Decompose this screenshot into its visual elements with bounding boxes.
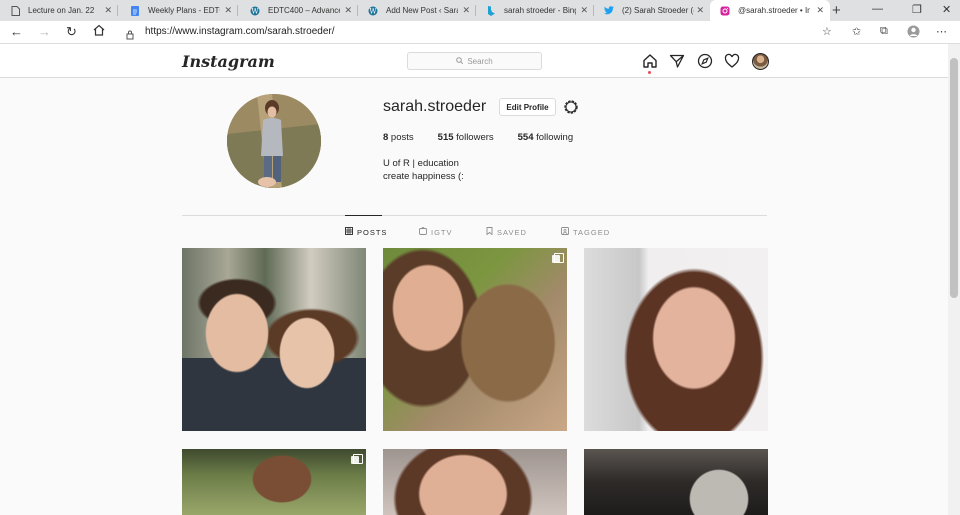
- browser-tab-7-active[interactable]: @sarah.stroeder • Insta ✕: [710, 0, 830, 21]
- followers-number: 515: [437, 132, 454, 143]
- browser-tab-title: Add New Post ‹ Sarah S: [386, 6, 458, 15]
- new-tab-button[interactable]: +: [832, 2, 841, 19]
- browser-tab-title: @sarah.stroeder • Insta: [738, 6, 810, 15]
- collections-icon[interactable]: ⧉: [880, 25, 888, 38]
- grid-icon: [345, 227, 353, 237]
- profile-avatar[interactable]: [227, 94, 321, 188]
- svg-text:W: W: [251, 7, 259, 15]
- address-bar-url[interactable]: https://www.instagram.com/sarah.stroeder…: [145, 26, 335, 37]
- google-docs-icon: [130, 5, 140, 16]
- tab-separator: [117, 5, 118, 16]
- profile-stats: 8 posts 515 followers 554 following: [383, 132, 597, 143]
- browser-tab-2[interactable]: Weekly Plans - EDTC40 ✕: [120, 0, 238, 21]
- settings-gear-icon[interactable]: [563, 99, 579, 115]
- browser-tab-1[interactable]: Lecture on Jan. 22 ✕: [0, 0, 118, 21]
- tag-icon: [561, 227, 569, 237]
- forward-icon[interactable]: →: [38, 24, 51, 39]
- profile-bio: U of R | education create happiness (:: [383, 157, 464, 183]
- following-link[interactable]: 554 following: [518, 132, 573, 143]
- close-tab-icon[interactable]: ✕: [462, 5, 470, 16]
- minimize-icon[interactable]: —: [872, 3, 883, 15]
- browser-tab-5[interactable]: sarah stroeder - Bing ✕: [476, 0, 594, 21]
- close-tab-icon[interactable]: ✕: [580, 5, 588, 16]
- tab-tagged-label: TAGGED: [573, 227, 611, 237]
- tab-igtv[interactable]: IGTV: [419, 226, 453, 237]
- bio-line-1: U of R | education: [383, 158, 459, 169]
- post-thumbnail[interactable]: [584, 449, 768, 515]
- browser-tab-title: (2) Sarah Stroeder (@S: [622, 6, 694, 15]
- carousel-icon: [552, 253, 564, 263]
- tab-saved-label: SAVED: [497, 227, 527, 237]
- profile-divider: [182, 215, 767, 216]
- twitter-icon: [604, 6, 614, 16]
- search-input[interactable]: Search: [407, 52, 542, 70]
- tab-igtv-label: IGTV: [431, 227, 453, 237]
- following-label: following: [533, 132, 574, 143]
- profile-username: sarah.stroeder: [383, 98, 487, 115]
- following-number: 554: [517, 132, 534, 143]
- window-close-icon[interactable]: ✕: [942, 3, 951, 16]
- document-icon: [10, 5, 20, 16]
- browser-tab-6[interactable]: (2) Sarah Stroeder (@S ✕: [594, 0, 710, 21]
- browser-tab-title: Weekly Plans - EDTC40: [148, 6, 220, 15]
- browser-tab-title: EDTC400 – Advanced S: [268, 6, 340, 15]
- search-placeholder: Search: [467, 56, 493, 66]
- home-icon[interactable]: [642, 53, 658, 69]
- tab-separator: [237, 5, 238, 16]
- carousel-icon: [351, 454, 363, 464]
- posts-label: posts: [388, 132, 414, 143]
- post-thumbnail[interactable]: [383, 248, 567, 431]
- more-menu-icon[interactable]: ⋯: [936, 25, 947, 38]
- instagram-logo[interactable]: Instagram: [182, 52, 275, 71]
- bing-icon: [486, 5, 496, 16]
- wordpress-icon: W: [250, 6, 260, 16]
- tab-posts[interactable]: POSTS: [345, 227, 387, 237]
- direct-message-icon[interactable]: [669, 53, 685, 69]
- restore-icon[interactable]: ❐: [912, 3, 922, 16]
- browser-tab-3[interactable]: W EDTC400 – Advanced S ✕: [240, 0, 358, 21]
- wordpress-icon: W: [368, 6, 378, 16]
- lock-icon[interactable]: [126, 27, 134, 45]
- browser-tab-title: sarah stroeder - Bing: [504, 6, 576, 15]
- profile-icon[interactable]: [907, 25, 920, 41]
- home-icon[interactable]: [93, 24, 105, 39]
- post-thumbnail[interactable]: [584, 248, 768, 431]
- scrollbar-thumb[interactable]: [950, 58, 958, 298]
- post-thumbnail[interactable]: [182, 248, 366, 431]
- close-tab-icon[interactable]: ✕: [816, 5, 824, 16]
- bookmark-icon: [486, 227, 493, 237]
- close-tab-icon[interactable]: ✕: [224, 5, 232, 16]
- tab-tagged[interactable]: TAGGED: [561, 227, 610, 237]
- instagram-header: Instagram Search: [0, 44, 948, 78]
- refresh-icon[interactable]: ↻: [66, 24, 77, 40]
- active-tab-indicator: [345, 215, 382, 216]
- favorites-icon[interactable]: ✩: [852, 25, 861, 38]
- post-thumbnail[interactable]: [383, 449, 567, 515]
- activity-heart-icon[interactable]: [724, 53, 740, 69]
- add-favorite-icon[interactable]: ☆: [822, 25, 832, 38]
- followers-label: followers: [453, 132, 494, 143]
- close-tab-icon[interactable]: ✕: [696, 5, 704, 16]
- back-icon[interactable]: ←: [10, 24, 23, 39]
- tab-posts-label: POSTS: [357, 227, 388, 237]
- post-thumbnail[interactable]: [182, 449, 366, 515]
- close-tab-icon[interactable]: ✕: [104, 5, 112, 16]
- igtv-icon: [419, 226, 427, 237]
- close-tab-icon[interactable]: ✕: [344, 5, 352, 16]
- tab-saved[interactable]: SAVED: [486, 227, 527, 237]
- edit-profile-button[interactable]: Edit Profile: [499, 98, 556, 116]
- browser-tab-title: Lecture on Jan. 22: [28, 6, 95, 15]
- nav-profile-avatar[interactable]: [752, 53, 769, 70]
- svg-text:W: W: [369, 7, 377, 15]
- browser-tab-4[interactable]: W Add New Post ‹ Sarah S ✕: [358, 0, 476, 21]
- posts-count: 8 posts: [383, 132, 414, 143]
- browser-toolbar: ← → ↻ https://www.instagram.com/sarah.st…: [0, 21, 960, 44]
- explore-compass-icon[interactable]: [697, 53, 713, 69]
- instagram-icon: [720, 6, 730, 16]
- followers-link[interactable]: 515 followers: [438, 132, 494, 143]
- notification-dot: [648, 71, 651, 74]
- bio-line-2: create happiness (:: [383, 171, 464, 182]
- browser-tab-strip: Lecture on Jan. 22 ✕ Weekly Plans - EDTC…: [0, 0, 960, 21]
- search-icon: [456, 56, 464, 66]
